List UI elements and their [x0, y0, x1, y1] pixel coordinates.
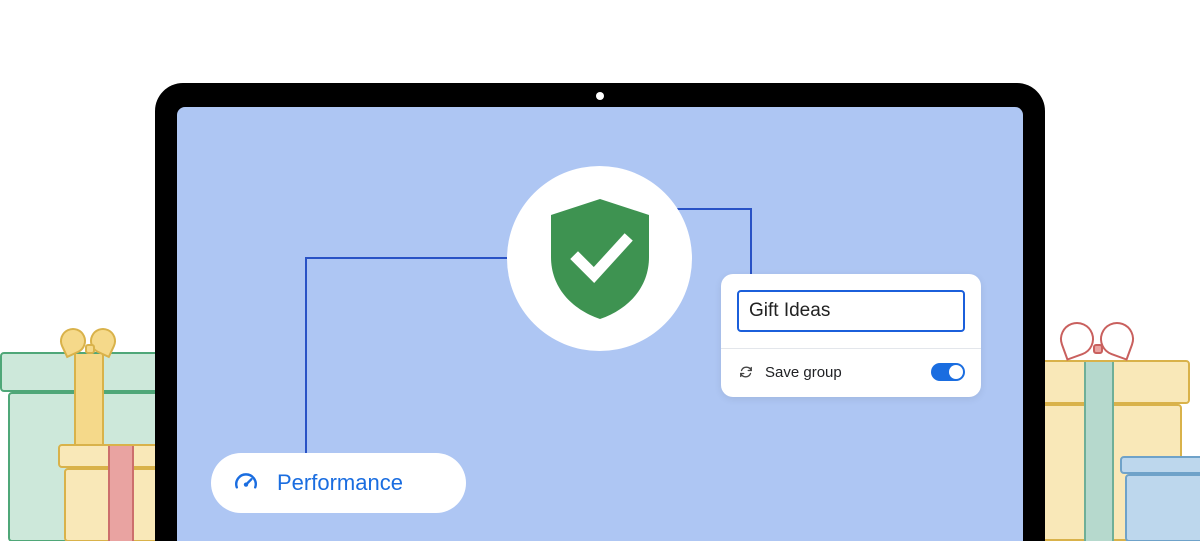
save-group-toggle[interactable]: [931, 363, 965, 381]
laptop-screen: Performance Save group: [177, 107, 1023, 541]
save-group-row: Save group: [721, 349, 981, 397]
connector-line: [305, 257, 307, 463]
gift-decor-right-2: [1120, 456, 1200, 541]
laptop-frame: Performance Save group: [155, 83, 1045, 541]
sync-icon: [737, 363, 755, 381]
tab-group-card: Save group: [721, 274, 981, 397]
speedometer-icon: [233, 470, 259, 496]
connector-line: [305, 257, 515, 259]
tab-group-name-input[interactable]: [737, 290, 965, 332]
illustration-stage: Performance Save group: [0, 0, 1200, 541]
shield-check-icon: [545, 195, 655, 323]
connector-line: [750, 208, 752, 282]
save-group-label: Save group: [765, 364, 842, 381]
performance-pill[interactable]: Performance: [211, 453, 466, 513]
camera-dot: [596, 92, 604, 100]
performance-label: Performance: [277, 470, 403, 496]
security-shield-badge: [507, 166, 692, 351]
